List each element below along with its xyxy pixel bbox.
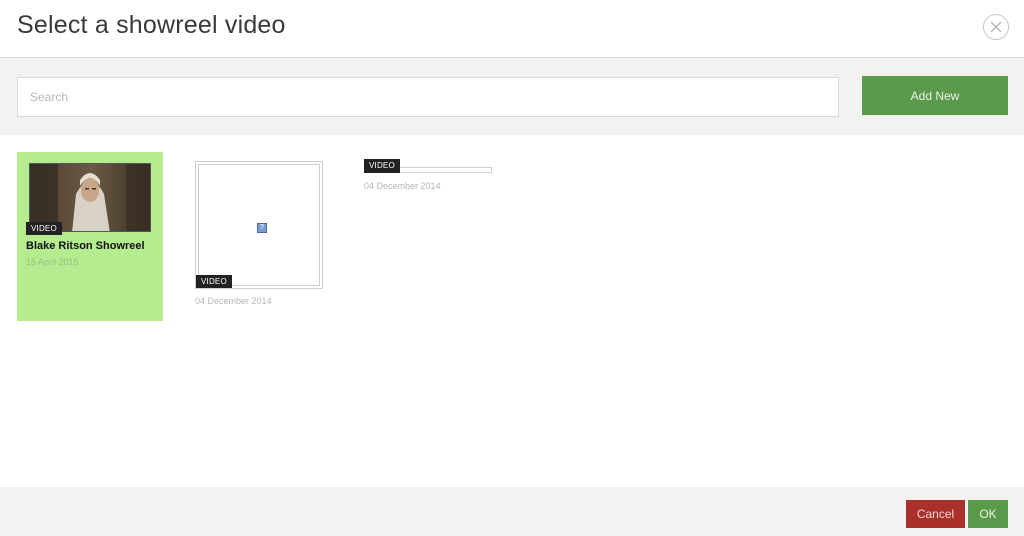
- toolbar: Add New: [0, 58, 1024, 135]
- close-button[interactable]: [983, 14, 1009, 40]
- search-input[interactable]: [17, 77, 839, 117]
- video-date: 04 December 2014: [364, 181, 441, 191]
- video-card[interactable]: ? VIDEO: [195, 161, 323, 289]
- broken-image-icon: ?: [257, 223, 267, 233]
- video-date: 04 December 2014: [195, 296, 272, 306]
- ok-button[interactable]: OK: [968, 500, 1008, 528]
- dialog-header: Select a showreel video: [0, 0, 1024, 58]
- video-title: Blake Ritson Showreel: [26, 240, 145, 252]
- video-badge: VIDEO: [364, 159, 400, 173]
- close-icon: [990, 21, 1002, 33]
- video-card[interactable]: VIDEO: [364, 159, 492, 174]
- video-badge: VIDEO: [26, 222, 62, 235]
- video-badge: VIDEO: [196, 275, 232, 288]
- video-grid: VIDEO Blake Ritson Showreel 15 April 201…: [0, 135, 1024, 487]
- cancel-button[interactable]: Cancel: [906, 500, 965, 528]
- dialog-title: Select a showreel video: [17, 11, 286, 39]
- video-card[interactable]: VIDEO Blake Ritson Showreel 15 April 201…: [17, 152, 163, 321]
- video-thumbnail: ?: [198, 164, 320, 286]
- add-new-button[interactable]: Add New: [862, 76, 1008, 115]
- dialog-footer: Cancel OK: [0, 487, 1024, 536]
- video-date: 15 April 2015: [26, 257, 79, 267]
